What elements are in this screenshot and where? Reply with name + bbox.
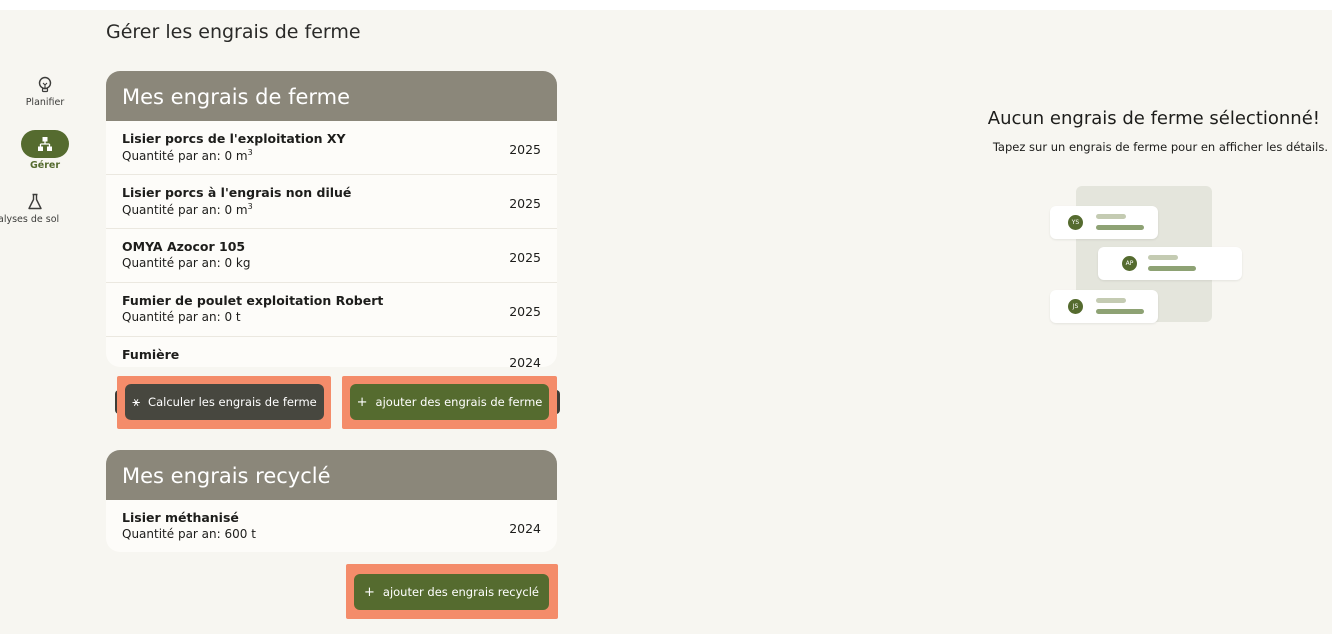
add-farm-fertilizer-button[interactable]: + ajouter des engrais de ferme <box>350 384 549 420</box>
item-year: 2024 <box>509 521 541 536</box>
placeholder-line <box>1096 225 1144 230</box>
calculate-fertilizer-button[interactable]: ⚹ Calculer les engrais de ferme <box>125 384 324 420</box>
illustration-card: AP <box>1098 247 1242 280</box>
sidebar-item-label: Planifier <box>25 97 65 108</box>
list-item[interactable]: Fumier de poulet exploitation Robert Qua… <box>106 283 557 337</box>
card-header: Mes engrais recyclé <box>106 450 557 500</box>
card-header: Mes engrais de ferme <box>106 71 557 121</box>
item-name: Lisier méthanisé <box>122 510 239 525</box>
placeholder-line <box>1148 255 1178 260</box>
item-quantity: Quantité par an: 600 t <box>122 527 256 541</box>
page-title: Gérer les engrais de ferme <box>106 21 361 43</box>
item-name: Lisier porcs de l'exploitation XY <box>122 131 346 146</box>
item-quantity: Quantité par an: 0 m3 <box>122 148 253 163</box>
illustration-card: JS <box>1050 290 1158 323</box>
add-recycled-fertilizer-button[interactable]: + ajouter des engrais recyclé <box>354 574 549 610</box>
illustration-card: YS <box>1050 206 1158 239</box>
farm-fertilizer-card: Mes engrais de ferme Lisier porcs de l'e… <box>106 71 557 367</box>
sidebar: Planifier Gérer nalyses de sol <box>0 10 92 634</box>
list-item[interactable]: Lisier méthanisé Quantité par an: 600 t … <box>106 500 557 552</box>
list-item[interactable]: Lisier porcs de l'exploitation XY Quanti… <box>106 121 557 175</box>
item-quantity: Quantité par an: 0 kg <box>122 256 251 270</box>
item-name: Fumière <box>122 347 180 362</box>
sidebar-item-gerer[interactable]: Gérer <box>0 130 90 171</box>
empty-state-subtitle: Tapez sur un engrais de ferme pour en af… <box>992 140 1328 154</box>
button-label: Calculer les engrais de ferme <box>148 395 317 409</box>
empty-state-title: Aucun engrais de ferme sélectionné! <box>987 108 1320 129</box>
list-item[interactable]: Fumière 2024 <box>106 337 557 367</box>
list-item[interactable]: OMYA Azocor 105 Quantité par an: 0 kg 20… <box>106 229 557 283</box>
item-name: OMYA Azocor 105 <box>122 239 246 254</box>
item-year: 2025 <box>509 304 541 319</box>
sidebar-item-analyses[interactable]: nalyses de sol <box>0 193 82 225</box>
plus-icon: + <box>363 584 375 600</box>
sitemap-icon <box>38 137 52 151</box>
flask-icon <box>28 193 42 210</box>
magic-wand-icon: ⚹ <box>132 394 141 410</box>
active-indicator <box>21 130 69 158</box>
avatar: YS <box>1068 215 1083 230</box>
placeholder-line <box>1096 214 1126 219</box>
lightbulb-icon <box>38 76 52 93</box>
plus-icon: + <box>356 394 368 410</box>
sidebar-item-label: Gérer <box>29 160 61 171</box>
item-quantity: Quantité par an: 0 t <box>122 310 241 324</box>
button-label: ajouter des engrais de ferme <box>375 395 543 409</box>
item-quantity: Quantité par an: 0 m3 <box>122 202 253 217</box>
item-year: 2024 <box>509 355 541 367</box>
item-year: 2025 <box>509 196 541 211</box>
list-item[interactable]: Lisier porcs à l'engrais non dilué Quant… <box>106 175 557 229</box>
empty-state-illustration: YS AP JS <box>1050 186 1242 326</box>
placeholder-line <box>1096 309 1144 314</box>
placeholder-line <box>1148 266 1196 271</box>
button-label: ajouter des engrais recyclé <box>382 585 539 599</box>
item-name: Lisier porcs à l'engrais non dilué <box>122 185 352 200</box>
sidebar-item-label: nalyses de sol <box>0 214 60 225</box>
avatar: AP <box>1122 256 1137 271</box>
placeholder-line <box>1096 298 1126 303</box>
item-name: Fumier de poulet exploitation Robert <box>122 293 384 308</box>
recycled-fertilizer-card: Mes engrais recyclé Lisier méthanisé Qua… <box>106 450 557 552</box>
app-window: Planifier Gérer nalyses de sol Gérer les… <box>0 10 1332 634</box>
item-year: 2025 <box>509 250 541 265</box>
item-year: 2025 <box>509 142 541 157</box>
avatar: JS <box>1068 299 1083 314</box>
sidebar-item-planifier[interactable]: Planifier <box>0 76 90 108</box>
